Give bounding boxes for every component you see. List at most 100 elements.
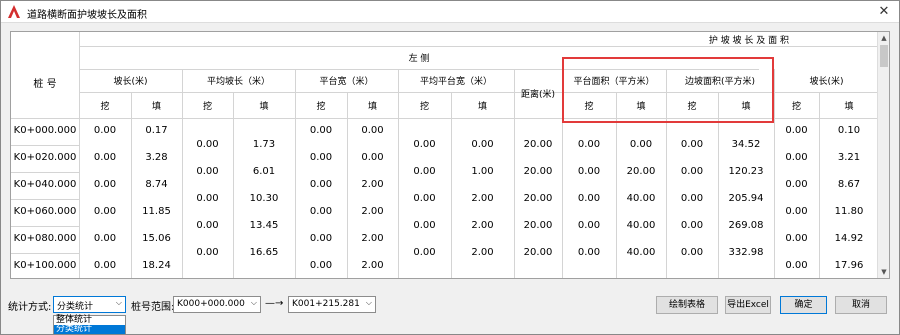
avg-slope-dig-cell: 0.00 bbox=[196, 246, 219, 258]
avg-platform-fill-cell: 0.00 bbox=[471, 138, 494, 150]
slope-fill-cell: 8.74 bbox=[145, 179, 168, 190]
dialog-window: 道路横断面护坡坡长及面积 ✕ 护 坡 坡 长 及 面 积 左 侧 桩 号 坡长(… bbox=[0, 0, 900, 335]
grid-hline bbox=[11, 253, 79, 254]
slope-fill-cell: 15.06 bbox=[142, 233, 171, 244]
row-header-column bbox=[11, 118, 79, 278]
slope-fill-cell: 3.28 bbox=[145, 152, 168, 163]
pile-number-cell: K0+020.000 bbox=[13, 152, 77, 163]
platform-fill-cell: 2.00 bbox=[361, 233, 384, 244]
grid-hline bbox=[11, 145, 79, 146]
chevron-down-icon: ⌵ bbox=[250, 298, 257, 307]
slope-fill-cell: 0.17 bbox=[145, 125, 168, 136]
platform-area-fill-cell: 40.00 bbox=[626, 246, 656, 258]
platform-area-fill-cell: 0.00 bbox=[629, 138, 653, 150]
pile-number-cell: K0+000.000 bbox=[13, 125, 77, 136]
sub-header-dig: 挖 bbox=[100, 101, 110, 112]
slope-area-fill-cell: 120.23 bbox=[728, 165, 764, 177]
sub-header-dig: 挖 bbox=[791, 101, 801, 112]
distance-cell: 20.00 bbox=[523, 138, 553, 150]
slope-fill-cell: 11.85 bbox=[142, 206, 171, 217]
distance-cell: 20.00 bbox=[523, 219, 553, 231]
column-group-header: 平均平台宽（米） bbox=[419, 77, 492, 87]
right-slope-fill-cell: 14.92 bbox=[834, 233, 864, 244]
column-group-header: 距离(米) bbox=[520, 90, 556, 100]
avg-slope-dig-cell: 0.00 bbox=[196, 165, 219, 177]
slope-dig-cell: 0.00 bbox=[93, 260, 117, 271]
range-to-select[interactable]: K001+215.281 ⌵ bbox=[288, 296, 376, 313]
platform-area-dig-cell: 0.00 bbox=[577, 138, 601, 150]
platform-fill-cell: 2.00 bbox=[361, 179, 384, 190]
slope-area-dig-cell: 0.00 bbox=[680, 138, 704, 150]
pile-range-label: 桩号范围: bbox=[131, 302, 175, 313]
vertical-scrollbar[interactable]: ▲ ▼ bbox=[877, 32, 889, 278]
sub-header-fill: 填 bbox=[844, 101, 854, 112]
cancel-button[interactable]: 取消 bbox=[835, 296, 887, 314]
slope-dig-cell: 0.00 bbox=[93, 206, 117, 217]
column-group-header: 平台宽（米） bbox=[319, 77, 374, 87]
range-from-select[interactable]: K000+000.000 ⌵ bbox=[173, 296, 261, 313]
range-arrow: —→ bbox=[265, 298, 284, 309]
distance-cell: 20.00 bbox=[523, 165, 553, 177]
slope-fill-cell: 18.24 bbox=[142, 260, 171, 271]
stat-method-dropdown-list[interactable]: 整体统计 分类统计 bbox=[53, 315, 126, 334]
avg-slope-fill-cell: 13.45 bbox=[249, 219, 279, 231]
right-slope-dig-cell: 0.00 bbox=[785, 125, 808, 136]
data-grid[interactable]: 护 坡 坡 长 及 面 积 左 侧 桩 号 坡长(米) 平均坡长（米） 平台宽（米）… bbox=[10, 31, 890, 279]
avg-platform-fill-cell: 2.00 bbox=[471, 192, 494, 204]
avg-platform-dig-cell: 0.00 bbox=[413, 246, 436, 258]
column-group-header: 坡长(米) bbox=[113, 77, 148, 87]
avg-slope-fill-cell: 10.30 bbox=[249, 192, 279, 204]
ok-button[interactable]: 确定 bbox=[780, 296, 827, 314]
avg-platform-fill-cell: 2.00 bbox=[471, 246, 494, 258]
column-group-header: 平均坡长（米） bbox=[206, 77, 270, 87]
right-slope-fill-cell: 17.96 bbox=[834, 260, 864, 271]
sub-header-fill: 填 bbox=[477, 101, 487, 112]
avg-platform-dig-cell: 0.00 bbox=[413, 219, 436, 231]
platform-fill-cell: 0.00 bbox=[361, 152, 384, 163]
platform-dig-cell: 0.00 bbox=[309, 206, 333, 217]
close-icon[interactable]: ✕ bbox=[869, 1, 899, 23]
grid-hline bbox=[11, 199, 79, 200]
sub-header-fill: 填 bbox=[151, 101, 161, 112]
platform-area-dig-cell: 0.00 bbox=[577, 246, 601, 258]
slope-dig-cell: 0.00 bbox=[93, 179, 117, 190]
scroll-up-icon[interactable]: ▲ bbox=[878, 32, 889, 44]
platform-dig-cell: 0.00 bbox=[309, 125, 333, 136]
platform-fill-cell: 2.00 bbox=[361, 260, 384, 271]
header-top-group: 护 坡 坡 长 及 面 积 bbox=[708, 35, 789, 46]
highlight-box bbox=[562, 57, 774, 123]
slope-area-dig-cell: 0.00 bbox=[680, 246, 704, 258]
slope-area-dig-cell: 0.00 bbox=[680, 219, 704, 231]
bottom-toolbar: 统计方式: 分类统计 ⌵ 桩号范围: K000+000.000 ⌵ —→ K00… bbox=[1, 293, 899, 329]
avg-slope-fill-cell: 1.73 bbox=[252, 138, 276, 150]
pile-number-cell: K0+080.000 bbox=[13, 233, 77, 244]
pile-number-cell: K0+060.000 bbox=[13, 206, 77, 217]
right-slope-dig-cell: 0.00 bbox=[785, 179, 808, 190]
slope-area-dig-cell: 0.00 bbox=[680, 165, 704, 177]
sub-header-fill: 填 bbox=[367, 101, 377, 112]
column-group-header: 坡长(米) bbox=[809, 77, 844, 87]
avg-slope-dig-cell: 0.00 bbox=[196, 219, 219, 231]
avg-platform-fill-cell: 1.00 bbox=[471, 165, 494, 177]
slope-area-fill-cell: 269.08 bbox=[728, 219, 764, 231]
export-excel-button[interactable]: 导出Excel bbox=[725, 296, 771, 314]
platform-area-dig-cell: 0.00 bbox=[577, 192, 601, 204]
avg-platform-dig-cell: 0.00 bbox=[413, 138, 436, 150]
dropdown-option-category[interactable]: 分类统计 bbox=[54, 325, 125, 334]
right-slope-dig-cell: 0.00 bbox=[785, 206, 808, 217]
pile-number-cell: K0+100.000 bbox=[13, 260, 77, 271]
sub-header-dig: 挖 bbox=[202, 101, 212, 112]
grid-hline bbox=[11, 172, 79, 173]
scroll-down-icon[interactable]: ▼ bbox=[878, 266, 889, 278]
platform-dig-cell: 0.00 bbox=[309, 260, 333, 271]
title-bar[interactable]: 道路横断面护坡坡长及面积 ✕ bbox=[1, 1, 899, 23]
draw-table-button[interactable]: 绘制表格 bbox=[656, 296, 718, 314]
sub-header-dig: 挖 bbox=[316, 101, 326, 112]
scroll-thumb[interactable] bbox=[880, 45, 888, 67]
platform-area-fill-cell: 40.00 bbox=[626, 219, 656, 231]
sub-header-dig: 挖 bbox=[419, 101, 429, 112]
stat-method-select[interactable]: 分类统计 ⌵ bbox=[53, 296, 126, 313]
slope-area-fill-cell: 34.52 bbox=[731, 138, 761, 150]
platform-dig-cell: 0.00 bbox=[309, 233, 333, 244]
stat-method-value: 分类统计 bbox=[57, 302, 94, 312]
